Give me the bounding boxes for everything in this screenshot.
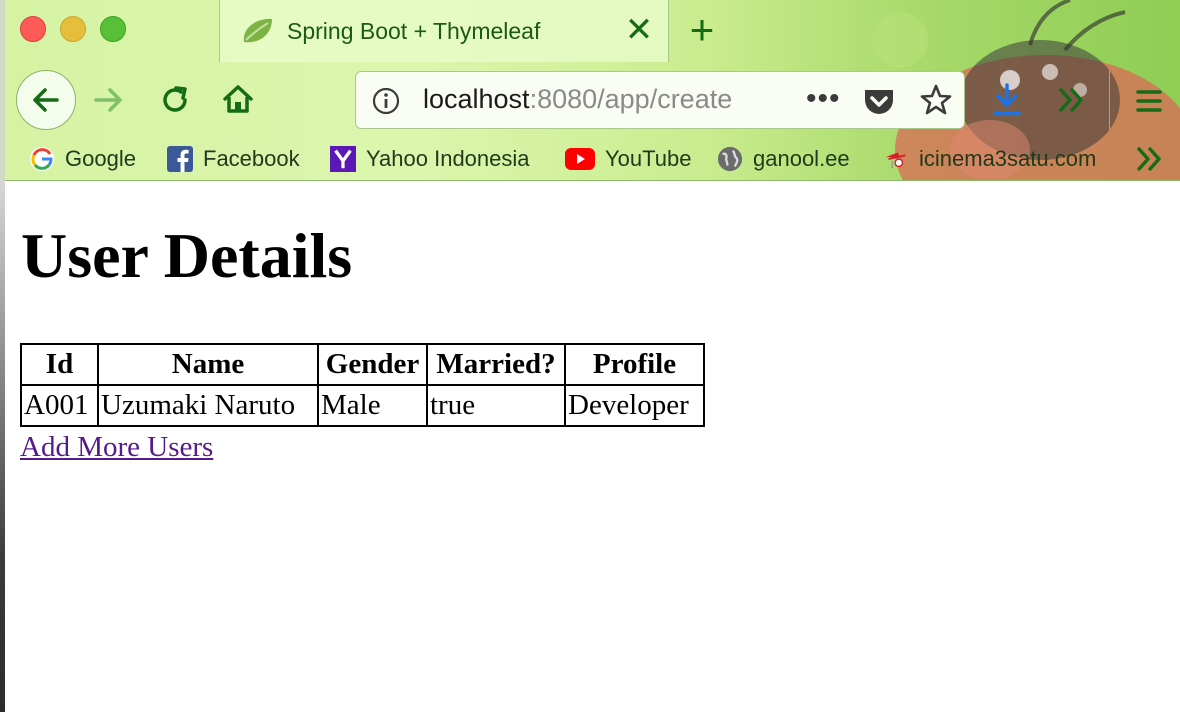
new-tab-button[interactable]: + <box>682 9 722 51</box>
tab-strip: Spring Boot + Thymeleaf ✕ + <box>5 0 1180 62</box>
window-close-button[interactable] <box>20 16 46 42</box>
bookmark-label: ganool.ee <box>753 146 850 171</box>
bookmark-youtube[interactable]: YouTube <box>565 143 691 175</box>
column-header-gender: Gender <box>318 344 427 385</box>
cell-id: A001 <box>21 385 98 426</box>
url-text[interactable]: localhost:8080/app/create <box>423 84 743 115</box>
globe-icon <box>717 146 743 172</box>
window-minimize-button[interactable] <box>60 16 86 42</box>
bookmarks-toolbar: Google Facebook Yahoo Indonesia YouTube … <box>5 138 1180 180</box>
url-path: :8080/app/create <box>529 84 733 114</box>
url-bar[interactable]: localhost:8080/app/create ••• <box>355 71 965 129</box>
cell-profile: Developer <box>565 385 704 426</box>
bookmark-label: Facebook <box>203 146 300 171</box>
yahoo-icon <box>330 146 356 172</box>
page-actions-icon[interactable]: ••• <box>806 84 841 114</box>
column-header-id: Id <box>21 344 98 385</box>
cinema-icon <box>883 146 909 172</box>
column-header-married: Married? <box>427 344 565 385</box>
reload-icon[interactable] <box>159 84 191 116</box>
url-host: localhost <box>423 84 530 114</box>
hamburger-menu-icon[interactable] <box>1135 88 1163 114</box>
bookmark-google[interactable]: Google <box>29 143 136 175</box>
page-title: User Details <box>21 220 353 291</box>
bookmark-icinema[interactable]: icinema3satu.com <box>883 143 1096 175</box>
navigation-toolbar: localhost:8080/app/create ••• <box>5 62 1180 138</box>
column-header-name: Name <box>98 344 318 385</box>
add-more-users-link[interactable]: Add More Users <box>20 431 213 464</box>
back-button[interactable] <box>16 70 76 130</box>
bookmark-label: Yahoo Indonesia <box>366 146 530 171</box>
column-header-profile: Profile <box>565 344 704 385</box>
site-info-icon[interactable] <box>372 87 400 115</box>
cell-name: Uzumaki Naruto <box>98 385 318 426</box>
tab-close-icon[interactable]: ✕ <box>624 12 654 48</box>
toolbar-separator <box>1109 70 1110 130</box>
tab-spring-boot[interactable]: Spring Boot + Thymeleaf ✕ <box>219 0 669 62</box>
table-header-row: Id Name Gender Married? Profile <box>21 344 704 385</box>
bookmark-label: YouTube <box>605 146 692 171</box>
forward-arrow-icon[interactable] <box>93 85 125 115</box>
table-row: A001 Uzumaki Naruto Male true Developer <box>21 385 704 426</box>
bookmark-yahoo[interactable]: Yahoo Indonesia <box>330 143 530 175</box>
back-arrow-icon <box>33 88 59 112</box>
browser-chrome: Spring Boot + Thymeleaf ✕ + localhost:80… <box>5 0 1180 181</box>
bookmark-label: Google <box>65 146 136 171</box>
window-zoom-button[interactable] <box>100 16 126 42</box>
spring-leaf-icon <box>243 18 272 43</box>
overflow-chevrons-icon[interactable] <box>1057 86 1087 114</box>
cell-gender: Male <box>318 385 427 426</box>
bookmark-label: icinema3satu.com <box>919 146 1097 171</box>
google-icon <box>29 146 55 172</box>
page-content: User Details Id Name Gender Married? Pro… <box>5 181 1180 712</box>
facebook-icon <box>167 146 193 172</box>
pocket-icon[interactable] <box>862 85 896 117</box>
home-icon[interactable] <box>221 82 255 116</box>
tab-title: Spring Boot + Thymeleaf <box>287 18 541 44</box>
youtube-icon <box>565 146 595 172</box>
bookmark-ganool[interactable]: ganool.ee <box>717 143 850 175</box>
bookmarks-overflow-icon[interactable] <box>1135 145 1165 173</box>
cell-married: true <box>427 385 565 426</box>
bookmark-facebook[interactable]: Facebook <box>167 143 300 175</box>
bookmark-star-icon[interactable] <box>919 83 953 117</box>
download-icon[interactable] <box>991 82 1023 118</box>
user-details-table: Id Name Gender Married? Profile A001 Uzu… <box>20 343 705 427</box>
